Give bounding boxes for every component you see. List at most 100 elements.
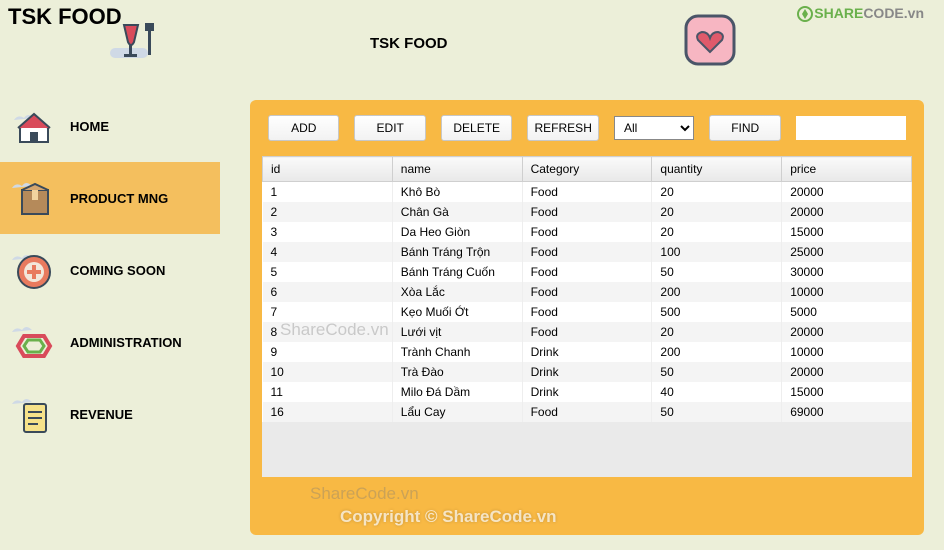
cell-name: Khô Bò — [392, 182, 522, 203]
refresh-button[interactable]: REFRESH — [527, 115, 598, 141]
cell-category: Food — [522, 242, 652, 262]
cell-category: Drink — [522, 362, 652, 382]
cell-quantity: 200 — [652, 282, 782, 302]
table-footer-space — [262, 422, 912, 477]
table-row[interactable]: 7Kẹo Muối ỚtFood5005000 — [263, 302, 912, 322]
sharecode-logo: SHARECODE.vn — [796, 5, 924, 23]
table-row[interactable]: 2Chân GàFood2020000 — [263, 202, 912, 222]
sidebar-item-administration[interactable]: ADMINISTRATION — [0, 306, 220, 378]
cell-quantity: 50 — [652, 402, 782, 422]
cell-price: 20000 — [782, 322, 912, 342]
col-quantity[interactable]: quantity — [652, 157, 782, 182]
cell-name: Bánh Tráng Cuốn — [392, 262, 522, 282]
find-button[interactable]: FIND — [709, 115, 780, 141]
sidebar: HOME PRODUCT MNG COMING SOON — [0, 90, 220, 550]
cell-category: Drink — [522, 382, 652, 402]
cell-id: 3 — [263, 222, 393, 242]
plus-circle-icon — [10, 246, 58, 294]
sidebar-item-label: ADMINISTRATION — [70, 335, 182, 350]
cell-price: 10000 — [782, 342, 912, 362]
brand-label: TSK FOOD — [8, 4, 122, 30]
table-row[interactable]: 6Xòa LắcFood20010000 — [263, 282, 912, 302]
search-input[interactable] — [796, 116, 906, 140]
cell-category: Food — [522, 202, 652, 222]
cell-category: Food — [522, 262, 652, 282]
wine-fork-icon — [110, 20, 170, 75]
cell-id: 2 — [263, 202, 393, 222]
delete-button[interactable]: DELETE — [441, 115, 512, 141]
cell-name: Lẩu Cay — [392, 402, 522, 422]
table-row[interactable]: 4Bánh Tráng TrộnFood10025000 — [263, 242, 912, 262]
cell-quantity: 100 — [652, 242, 782, 262]
cell-quantity: 20 — [652, 222, 782, 242]
table-row[interactable]: 16Lẩu CayFood5069000 — [263, 402, 912, 422]
cell-quantity: 50 — [652, 362, 782, 382]
cell-name: Xòa Lắc — [392, 282, 522, 302]
table-row[interactable]: 9Trành ChanhDrink20010000 — [263, 342, 912, 362]
package-icon — [10, 174, 58, 222]
product-table: id name Category quantity price 1Khô BòF… — [262, 156, 912, 422]
cell-id: 7 — [263, 302, 393, 322]
col-price[interactable]: price — [782, 157, 912, 182]
table-row[interactable]: 3Da Heo GiònFood2015000 — [263, 222, 912, 242]
cell-price: 5000 — [782, 302, 912, 322]
cell-id: 11 — [263, 382, 393, 402]
logo-text-c: .vn — [904, 5, 924, 21]
cell-price: 25000 — [782, 242, 912, 262]
table-row[interactable]: 8Lưới vịtFood2020000 — [263, 322, 912, 342]
col-category[interactable]: Category — [522, 157, 652, 182]
cell-id: 6 — [263, 282, 393, 302]
table-row[interactable]: 11Milo Đá DầmDrink4015000 — [263, 382, 912, 402]
cell-price: 69000 — [782, 402, 912, 422]
admin-icon — [10, 318, 58, 366]
logo-text-b: CODE — [863, 5, 903, 21]
filter-dropdown[interactable]: All — [614, 116, 695, 140]
cell-id: 1 — [263, 182, 393, 203]
cell-category: Food — [522, 322, 652, 342]
content-panel: ADD EDIT DELETE REFRESH All FIND id name… — [250, 100, 924, 535]
sidebar-item-coming-soon[interactable]: COMING SOON — [0, 234, 220, 306]
cell-name: Da Heo Giòn — [392, 222, 522, 242]
cell-price: 20000 — [782, 362, 912, 382]
cell-category: Food — [522, 182, 652, 203]
table-row[interactable]: 10Trà ĐàoDrink5020000 — [263, 362, 912, 382]
sidebar-item-product-mng[interactable]: PRODUCT MNG — [0, 162, 220, 234]
cell-price: 15000 — [782, 382, 912, 402]
cell-id: 9 — [263, 342, 393, 362]
cell-quantity: 200 — [652, 342, 782, 362]
sidebar-item-label: REVENUE — [70, 407, 133, 422]
col-id[interactable]: id — [263, 157, 393, 182]
toolbar: ADD EDIT DELETE REFRESH All FIND — [250, 100, 924, 156]
table-row[interactable]: 5Bánh Tráng CuốnFood5030000 — [263, 262, 912, 282]
logo-text-a: SHARE — [814, 5, 863, 21]
edit-button[interactable]: EDIT — [354, 115, 425, 141]
add-button[interactable]: ADD — [268, 115, 339, 141]
col-name[interactable]: name — [392, 157, 522, 182]
cell-category: Food — [522, 402, 652, 422]
table-header-row: id name Category quantity price — [263, 157, 912, 182]
cell-id: 5 — [263, 262, 393, 282]
cell-name: Trành Chanh — [392, 342, 522, 362]
sidebar-item-revenue[interactable]: REVENUE — [0, 378, 220, 450]
cell-price: 10000 — [782, 282, 912, 302]
product-table-wrap: id name Category quantity price 1Khô BòF… — [262, 156, 912, 477]
cell-category: Food — [522, 222, 652, 242]
cell-quantity: 50 — [652, 262, 782, 282]
cell-category: Food — [522, 302, 652, 322]
cell-id: 16 — [263, 402, 393, 422]
sidebar-item-label: HOME — [70, 119, 109, 134]
cell-quantity: 20 — [652, 202, 782, 222]
cell-quantity: 20 — [652, 322, 782, 342]
cell-price: 15000 — [782, 222, 912, 242]
sidebar-item-label: PRODUCT MNG — [70, 191, 168, 206]
cell-name: Kẹo Muối Ớt — [392, 302, 522, 322]
table-row[interactable]: 1Khô BòFood2020000 — [263, 182, 912, 203]
cell-quantity: 500 — [652, 302, 782, 322]
cell-id: 4 — [263, 242, 393, 262]
cell-quantity: 20 — [652, 182, 782, 203]
cell-name: Trà Đào — [392, 362, 522, 382]
sidebar-item-home[interactable]: HOME — [0, 90, 220, 162]
cell-id: 8 — [263, 322, 393, 342]
cell-price: 20000 — [782, 182, 912, 203]
cell-category: Drink — [522, 342, 652, 362]
